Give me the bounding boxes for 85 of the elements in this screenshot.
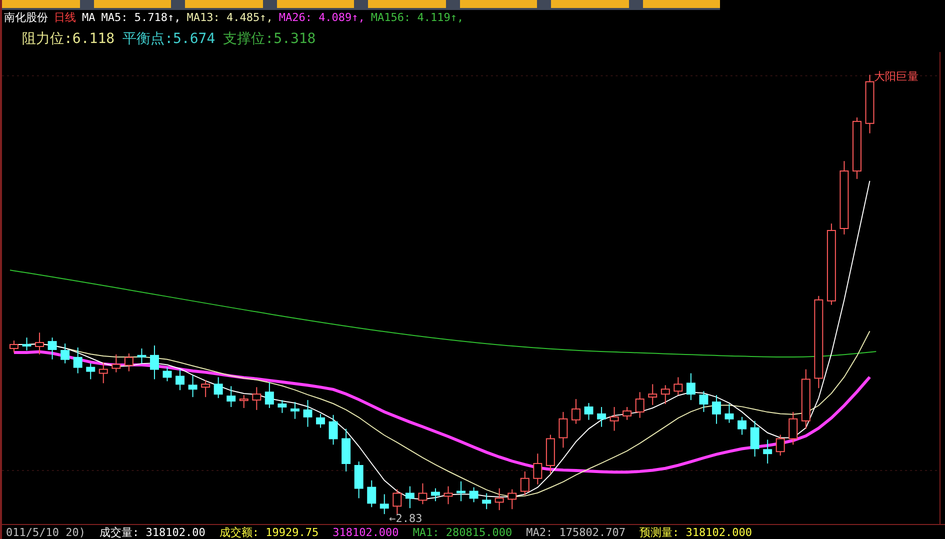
candlestick: [98, 362, 108, 384]
volume-value: 318102.000: [332, 526, 399, 538]
candlestick: [648, 384, 658, 406]
candlestick: [750, 420, 760, 458]
candlestick: [852, 116, 862, 180]
ma-value: MA5: 5.718↑,: [101, 10, 181, 24]
candlestick: [788, 411, 798, 446]
candlestick: [162, 366, 172, 382]
candlestick: [316, 413, 326, 428]
candlestick: [392, 488, 402, 515]
low-price-label: ←2.83: [389, 512, 422, 524]
candlestick: [801, 368, 810, 430]
candlestick: [290, 402, 300, 420]
candlestick: [482, 492, 492, 510]
candlestick: [60, 343, 70, 364]
candlestick: [73, 347, 82, 374]
candlestick: [738, 416, 747, 436]
candlestick: [763, 439, 772, 464]
candlestick: [188, 374, 198, 398]
candlestick: [137, 348, 146, 364]
volume-value: 预测量: 318102.000: [640, 524, 752, 539]
ma-value: MA13: 4.485↑,: [186, 10, 273, 24]
candlestick: [328, 414, 338, 446]
candlestick: [622, 406, 632, 420]
candlestick: [252, 386, 262, 410]
candlestick: [405, 486, 414, 509]
ma-value: MA26: 4.089↑,: [278, 10, 365, 24]
candlestick: [201, 380, 210, 398]
candlestick: [431, 488, 440, 502]
candlestick: [494, 488, 504, 511]
candlestick: [367, 480, 376, 508]
candlestick: [444, 486, 453, 505]
candlestick: [456, 480, 466, 502]
candlestick: [533, 453, 542, 485]
candlestick: [508, 488, 517, 510]
candlestick: [635, 392, 644, 418]
candlestick: [558, 411, 568, 448]
candlestick: [418, 482, 428, 505]
candlestick: [610, 406, 619, 432]
candlestick: [469, 486, 478, 503]
candlestick: [776, 434, 785, 456]
candlestick: [278, 400, 287, 414]
candlestick: [686, 372, 696, 401]
ma-value: MA156: 4.119↑,: [370, 10, 464, 24]
indicator-label: MA: [82, 10, 96, 24]
candlestick: [699, 390, 708, 412]
candlestick: [35, 332, 44, 355]
candlestick: [48, 337, 57, 360]
candlestick: [86, 362, 96, 380]
candlestick: [303, 400, 312, 428]
candlestick: [124, 352, 134, 372]
price-level: 阻力位:6.118: [22, 30, 115, 49]
candlestick: [176, 368, 185, 391]
volume-value: MA1: 280815.000: [412, 526, 512, 538]
candlestick: [520, 470, 530, 496]
candlestick: [380, 494, 389, 515]
candlestick: [572, 398, 580, 424]
candlestick: [112, 354, 121, 373]
price-level: 平衡点:5.674: [122, 30, 216, 49]
period-label: 日线: [54, 10, 76, 24]
candlestick: [584, 402, 594, 420]
candlestick: [226, 386, 236, 408]
volume-value: MA2: 175802.707: [526, 526, 626, 538]
tab-strip[interactable]: [2, 0, 720, 10]
candlestick: [660, 384, 670, 405]
volume-value: 成交量: 318102.00: [99, 524, 206, 539]
callout-label: 大阳巨量: [874, 70, 918, 83]
candlestick: [546, 434, 555, 474]
candlestick: [239, 394, 248, 408]
candlestick: [22, 337, 32, 351]
candlestick: [674, 376, 683, 396]
candlestick: [214, 376, 223, 399]
volume-value: 成交额: 19929.75: [219, 524, 319, 539]
volume-value: 011/5/10 20): [6, 526, 86, 538]
candlestick: [724, 404, 734, 424]
candlestick: [354, 461, 364, 499]
price-level: 支撑位:5.318: [223, 30, 316, 49]
candlestick: [597, 406, 606, 428]
candlestick: [712, 394, 721, 424]
candlestick: [9, 340, 18, 353]
stock-name: 南化股份: [4, 10, 48, 24]
candlestick: [865, 74, 874, 134]
candlestick: [264, 382, 274, 408]
candlestick: [342, 428, 351, 472]
candlestick: [150, 345, 159, 380]
